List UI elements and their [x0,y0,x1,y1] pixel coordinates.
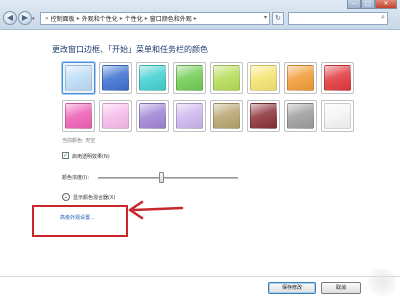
color-swatch[interactable] [210,100,243,132]
breadcrumb-personalization[interactable]: 个性化 [125,14,143,23]
address-dropdown-icon[interactable]: ▾ [264,14,267,21]
color-swatch-chip [324,103,351,129]
color-swatch-chip [65,65,92,91]
breadcrumb-appearance[interactable]: 外观和个性化 [82,14,118,23]
color-swatch-chip [139,65,166,91]
transparency-checkbox[interactable]: ✓ [62,152,69,159]
breadcrumb-separator-icon[interactable]: ▸ [77,15,80,22]
forward-button[interactable]: ▶ [18,11,32,25]
color-swatch-chip [324,65,351,91]
window-controls: — □ ✕ [347,0,397,9]
color-swatch-chip [176,65,203,91]
footer-divider [0,276,400,277]
color-swatch-chip [139,103,166,129]
cancel-button[interactable]: 取消 [321,282,361,294]
color-swatch[interactable] [62,100,95,132]
color-swatch-chip [287,103,314,129]
search-icon: ⌕ [381,13,385,21]
color-swatch[interactable] [321,62,354,94]
current-color-text: 当前颜色: 天空 [62,138,96,144]
color-swatch[interactable] [173,62,206,94]
color-swatch[interactable] [284,62,317,94]
breadcrumb-window-color[interactable]: 窗口颜色和外观 [150,14,192,23]
minimize-button[interactable]: — [347,0,361,9]
annotation-arrow-icon [128,200,184,220]
color-swatch-chip [176,103,203,129]
color-swatch-chip [102,103,129,129]
current-color-label: 当前颜色 [62,138,83,144]
color-swatch[interactable] [99,62,132,94]
color-swatch-chip [102,65,129,91]
color-swatch-chip [287,65,314,91]
maximize-button[interactable]: □ [361,0,375,9]
breadcrumb-separator-icon[interactable]: ▸ [145,15,148,22]
color-swatch[interactable] [247,100,280,132]
color-swatch[interactable] [173,100,206,132]
refresh-button[interactable]: ↻ [272,12,284,25]
address-bar[interactable]: » 控制面板 ▸ 外观和个性化 ▸ 个性化 ▸ 窗口颜色和外观 ▸ ▾ [40,12,270,25]
color-swatch[interactable] [136,62,169,94]
page-title: 更改窗口边框、「开始」菜单和任务栏的颜色 [52,45,208,54]
color-swatch[interactable] [136,100,169,132]
recent-pages-dropdown-icon[interactable]: ▾ [32,16,35,22]
color-swatch[interactable] [321,100,354,132]
breadcrumb-overflow-icon[interactable]: » [45,15,49,22]
save-changes-button[interactable]: 保存修改 [268,282,316,294]
intensity-label: 颜色浓度(I): [62,175,90,181]
breadcrumb-separator-icon[interactable]: ▸ [194,15,197,22]
color-swatch-chip [213,103,240,129]
color-swatch-chip [65,103,92,129]
color-swatch-chip [250,103,277,129]
breadcrumb-control-panel[interactable]: 控制面板 [51,14,75,23]
intensity-slider-track[interactable] [98,177,238,179]
back-button[interactable]: ◀ [3,11,17,25]
highlight-box [32,205,128,237]
watermark-logo [368,268,396,296]
breadcrumb-separator-icon[interactable]: ▸ [120,15,123,22]
color-swatch[interactable] [284,100,317,132]
current-color-value: 天空 [85,138,96,144]
chevron-down-icon[interactable]: ⌄ [62,193,70,201]
close-button[interactable]: ✕ [375,0,397,9]
color-swatch-chip [250,65,277,91]
color-swatch-chip [213,65,240,91]
title-bar: — □ ✕ ◀ ▶ ▾ » 控制面板 ▸ 外观和个性化 ▸ 个性化 ▸ 窗口颜色… [0,0,400,30]
color-swatch[interactable] [210,62,243,94]
search-input[interactable]: ⌕ [288,12,388,25]
color-swatch[interactable] [99,100,132,132]
color-swatch[interactable] [247,62,280,94]
intensity-slider-thumb[interactable] [159,172,164,183]
transparency-label[interactable]: 启用透明效果(N) [72,153,110,160]
color-swatch[interactable] [62,62,95,94]
color-mixer-toggle[interactable]: 显示颜色混合器(X) [73,194,115,201]
